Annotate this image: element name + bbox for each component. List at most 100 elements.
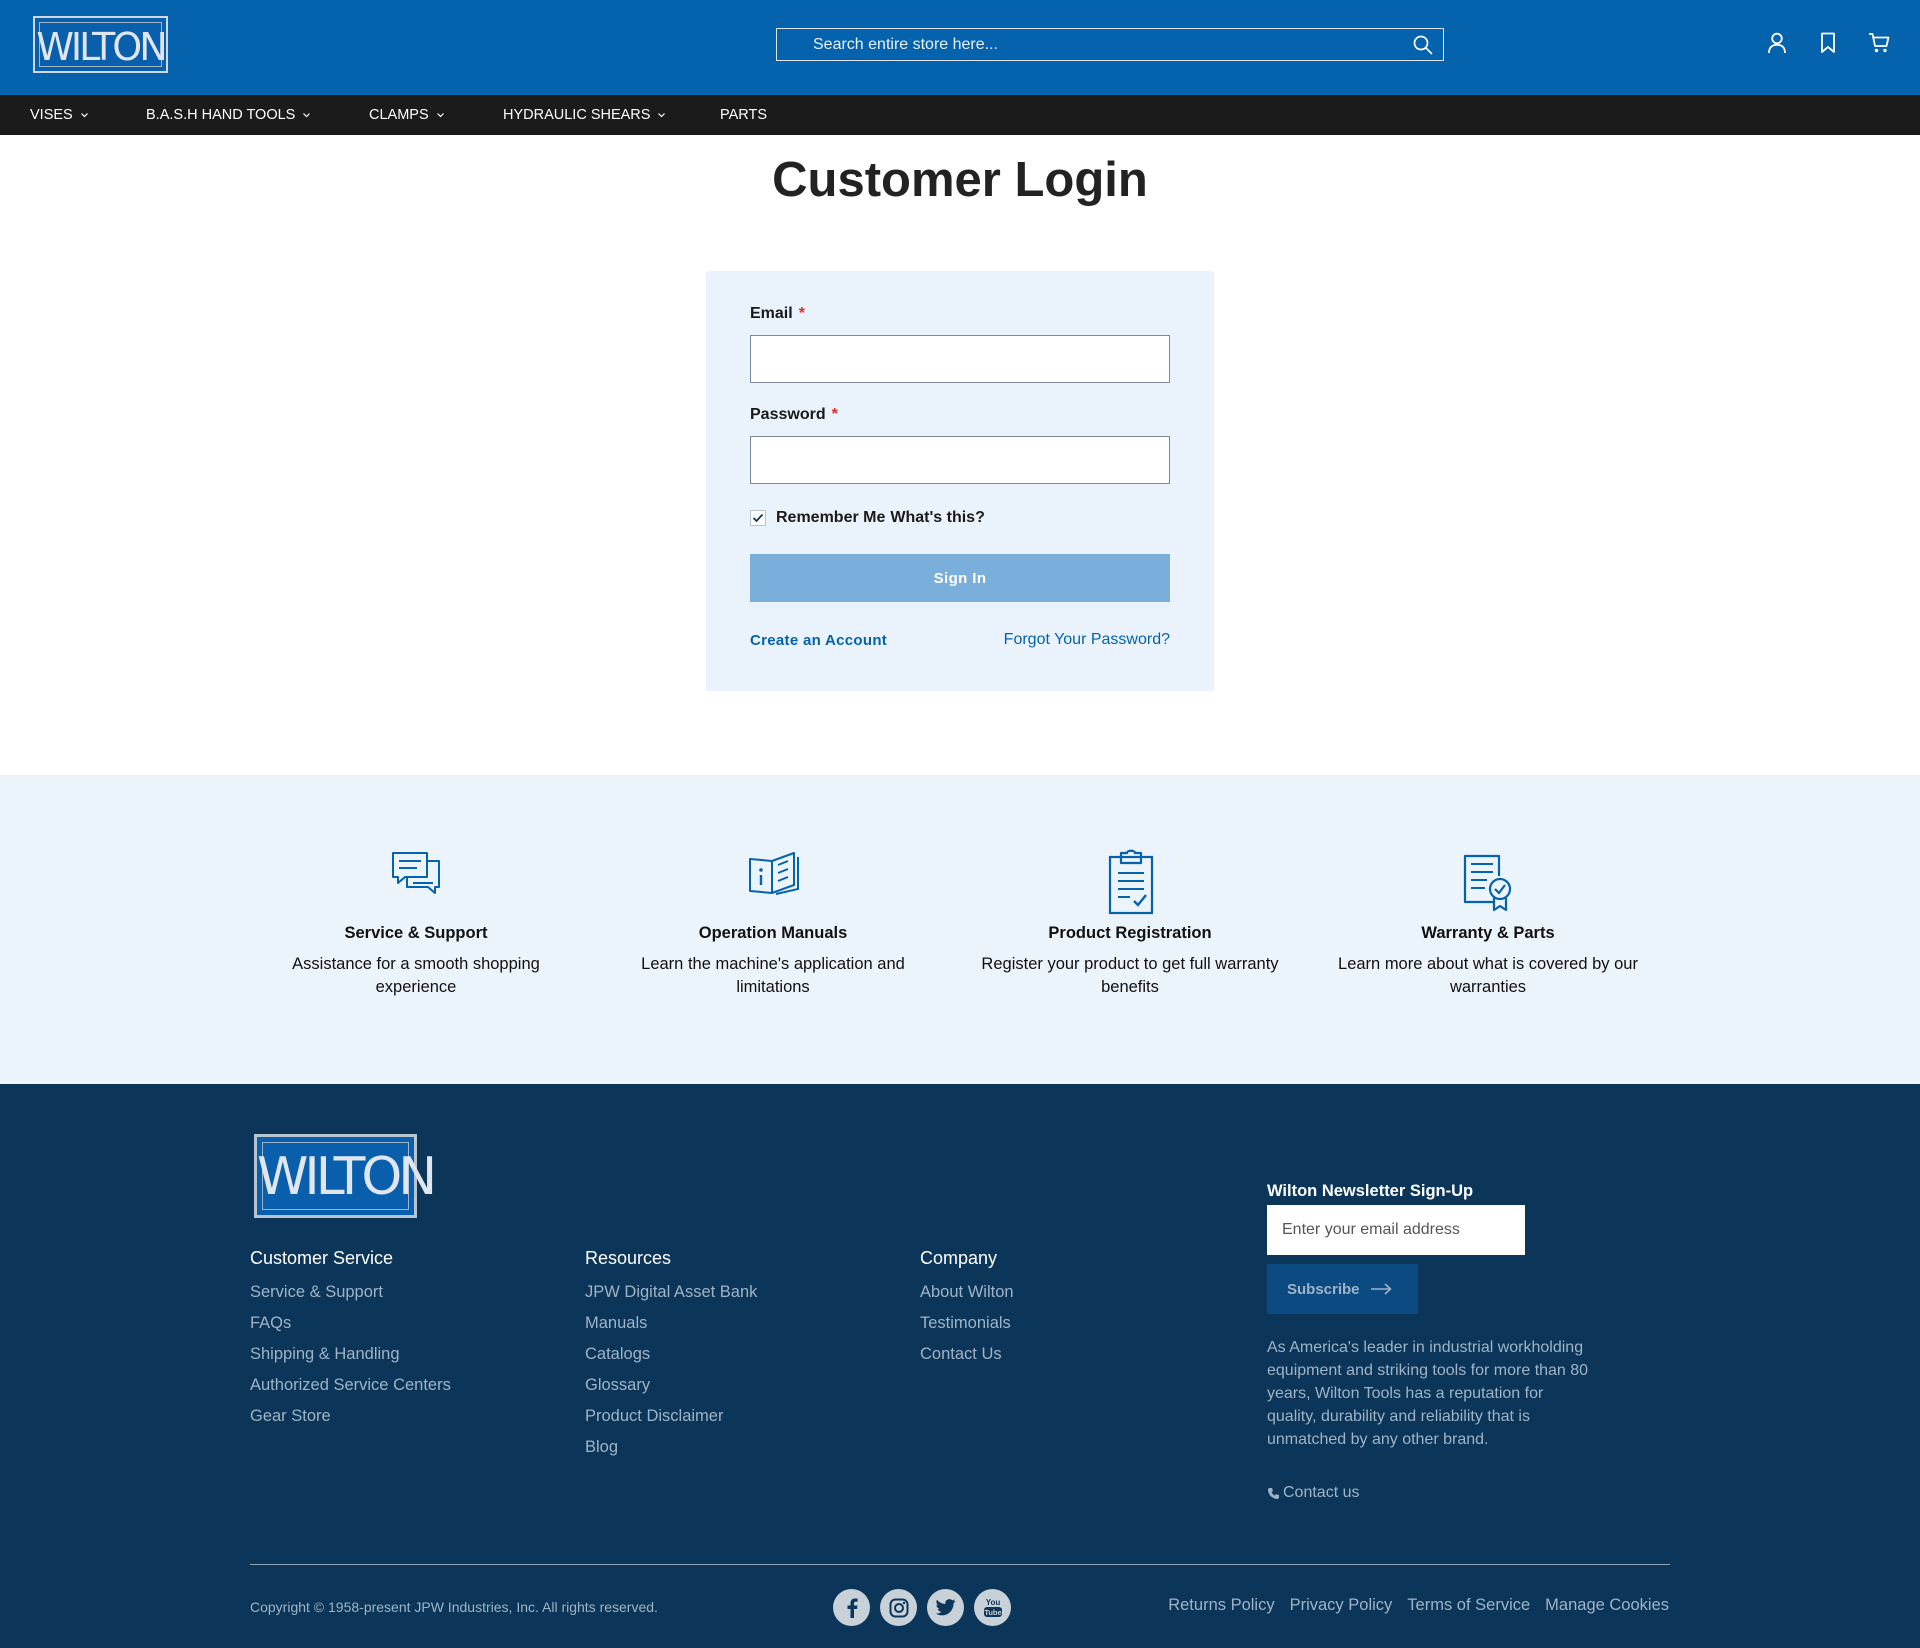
feature-text: Register your product to get full warran… [981, 955, 1279, 996]
remember-me-checkbox[interactable] [750, 510, 766, 526]
footer-column-company: Company About Wilton Testimonials Contac… [920, 1248, 1014, 1370]
search-icon[interactable] [1413, 35, 1433, 55]
manual-book-icon [748, 851, 800, 895]
feature-text: Learn more about what is covered by our … [1338, 955, 1638, 996]
feature-text: Learn the machine's application and limi… [641, 955, 905, 996]
svg-text:Tube: Tube [984, 1608, 1001, 1617]
logo-text: WILTON [257, 1147, 437, 1207]
chevron-down-icon [80, 113, 88, 118]
instagram-icon[interactable] [880, 1589, 917, 1626]
footer-link[interactable]: JPW Digital Asset Bank [585, 1277, 757, 1308]
contact-us-label: Contact us [1283, 1484, 1360, 1501]
newsletter-email-input[interactable] [1267, 1205, 1525, 1255]
chevron-down-icon [436, 113, 444, 118]
clipboard-check-icon [1108, 849, 1154, 915]
cart-icon[interactable] [1868, 32, 1890, 54]
logo-text: WILTON [36, 25, 167, 69]
feature-title: Service & Support [344, 924, 488, 942]
footer-column-resources: Resources JPW Digital Asset Bank Manuals… [585, 1248, 757, 1463]
footer-column-title: Resources [585, 1248, 672, 1268]
nav-item-label: VISES [30, 107, 73, 123]
youtube-icon[interactable]: You Tube [974, 1589, 1011, 1626]
footer-link[interactable]: Authorized Service Centers [250, 1370, 451, 1401]
footer-divider [250, 1564, 1670, 1565]
subscribe-button[interactable]: Subscribe [1267, 1264, 1418, 1314]
terms-of-service-link[interactable]: Terms of Service [1407, 1596, 1530, 1615]
feature-title: Product Registration [1048, 924, 1212, 942]
site-header: WILTON [0, 0, 1920, 95]
feature-title: Operation Manuals [698, 924, 848, 942]
nav-item-parts[interactable]: PARTS [720, 95, 767, 135]
search-input[interactable] [777, 29, 1443, 60]
check-icon [752, 513, 764, 523]
search-bar [776, 28, 1444, 61]
twitter-icon[interactable] [927, 1589, 964, 1626]
email-field[interactable] [750, 335, 1170, 383]
facebook-icon[interactable] [833, 1589, 870, 1626]
legal-links: Returns Policy Privacy Policy Terms of S… [1168, 1596, 1669, 1615]
footer-link[interactable]: Catalogs [585, 1339, 757, 1370]
certificate-icon [1463, 854, 1513, 912]
wilton-logo[interactable]: WILTON [33, 16, 168, 73]
footer-link[interactable]: Contact Us [920, 1339, 1014, 1370]
footer-link[interactable]: Testimonials [920, 1308, 1014, 1339]
footer-link[interactable]: Glossary [585, 1370, 757, 1401]
nav-item-hydraulic-shears[interactable]: HYDRAULIC SHEARS [503, 95, 666, 135]
remember-me-label[interactable]: Remember Me [776, 509, 885, 527]
remember-me-row: Remember Me What's this? [750, 509, 985, 527]
page-title: Customer Login [772, 153, 1148, 207]
footer-column-title: Company [920, 1248, 998, 1268]
footer-link[interactable]: Manuals [585, 1308, 757, 1339]
account-icon[interactable] [1767, 32, 1787, 54]
nav-item-label: B.A.S.H HAND TOOLS [146, 107, 296, 123]
about-text: As America's leader in industrial workho… [1267, 1339, 1589, 1448]
privacy-policy-link[interactable]: Privacy Policy [1290, 1596, 1393, 1615]
footer-link[interactable]: Product Disclaimer [585, 1401, 757, 1432]
nav-item-bash-hand-tools[interactable]: B.A.S.H HAND TOOLS [146, 95, 311, 135]
chat-bubbles-icon [391, 851, 441, 895]
nav-item-vises[interactable]: VISES [30, 95, 89, 135]
svg-text:You: You [985, 1598, 1000, 1607]
footer-link[interactable]: Blog [585, 1432, 757, 1463]
footer-column-customer-service: Customer Service Service & Support FAQs … [250, 1248, 451, 1432]
create-account-link[interactable]: Create an Account [750, 632, 887, 649]
footer-link[interactable]: Service & Support [250, 1277, 451, 1308]
password-label: Password * [750, 406, 838, 424]
arrow-right-icon [1370, 1283, 1392, 1295]
nav-item-clamps[interactable]: CLAMPS [369, 95, 445, 135]
email-label-text: Email [750, 305, 793, 322]
nav-item-label: CLAMPS [369, 107, 429, 123]
nav-item-label: PARTS [720, 107, 768, 123]
required-mark: * [831, 406, 838, 423]
footer-link[interactable]: FAQs [250, 1308, 451, 1339]
main-nav: VISES B.A.S.H HAND TOOLS CLAMPS HYDRAULI… [0, 95, 1920, 135]
contact-us-link[interactable]: Contact us [1267, 1484, 1359, 1502]
required-mark: * [798, 305, 805, 322]
features-section: Service & Support Assistance for a smoot… [0, 775, 1920, 1084]
sign-in-button[interactable]: Sign In [750, 554, 1170, 602]
returns-policy-link[interactable]: Returns Policy [1168, 1596, 1274, 1615]
whats-this-link[interactable]: What's this? [890, 509, 984, 527]
feature-title: Warranty & Parts [1421, 924, 1555, 942]
copyright-text: Copyright © 1958-present JPW Industries,… [250, 1599, 658, 1615]
phone-icon [1268, 1487, 1279, 1499]
footer-link[interactable]: Shipping & Handling [250, 1339, 451, 1370]
password-field[interactable] [750, 436, 1170, 484]
forgot-password-link[interactable]: Forgot Your Password? [1004, 631, 1170, 649]
password-label-text: Password [750, 406, 826, 423]
manage-cookies-link[interactable]: Manage Cookies [1545, 1596, 1669, 1615]
footer-link[interactable]: Gear Store [250, 1401, 451, 1432]
footer-column-title: Customer Service [250, 1248, 394, 1268]
email-label: Email * [750, 305, 805, 323]
footer-link[interactable]: About Wilton [920, 1277, 1014, 1308]
site-footer: WILTON Customer Service Service & Suppor… [0, 1084, 1920, 1648]
chevron-down-icon [658, 113, 666, 118]
feature-text: Assistance for a smooth shopping experie… [292, 955, 540, 996]
login-form: Email * Password * Remember Me What's this… [706, 271, 1214, 691]
footer-logo[interactable]: WILTON [254, 1134, 437, 1218]
newsletter-title: Wilton Newsletter Sign-Up [1267, 1182, 1474, 1200]
subscribe-label: Subscribe [1287, 1280, 1360, 1298]
chevron-down-icon [303, 113, 311, 118]
nav-item-label: HYDRAULIC SHEARS [503, 107, 651, 123]
wishlist-icon[interactable] [1820, 32, 1836, 54]
